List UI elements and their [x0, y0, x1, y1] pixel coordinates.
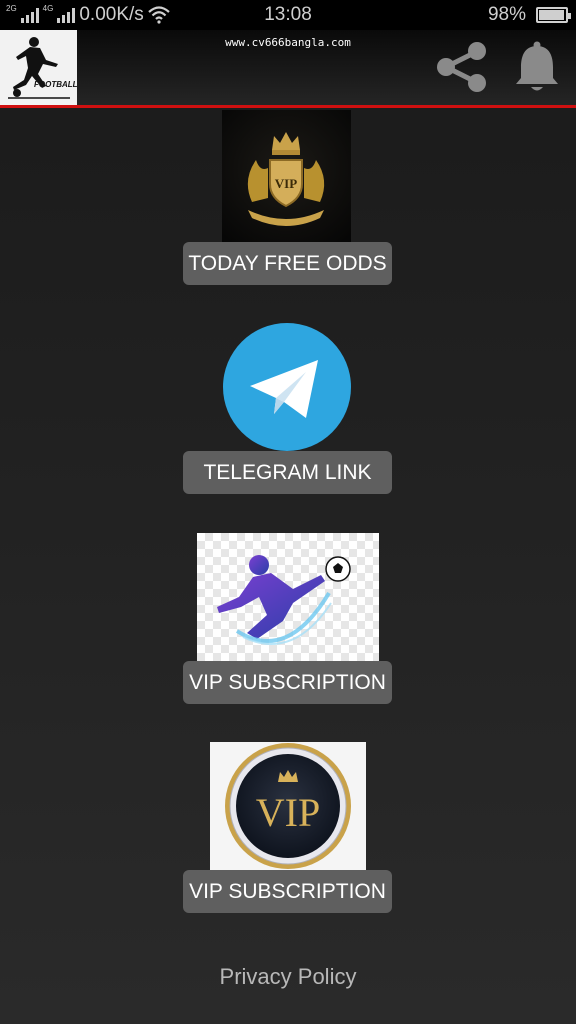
crown-crest-icon: VIP — [247, 132, 325, 226]
telegram-link-button[interactable]: TELEGRAM LINK — [183, 451, 392, 494]
battery-percent: 98% — [487, 4, 526, 25]
telegram-icon[interactable] — [222, 322, 352, 452]
football-player-icon — [217, 555, 351, 645]
vip-badge-icon: VIP — [225, 743, 351, 869]
today-free-odds-button[interactable]: TODAY FREE ODDS — [183, 242, 392, 285]
vip-crest-image[interactable]: VIP — [222, 110, 351, 242]
privacy-policy-link[interactable]: Privacy Policy — [0, 964, 576, 990]
share-icon[interactable] — [432, 38, 490, 96]
bell-icon[interactable] — [512, 40, 562, 95]
vip-subscription-button[interactable]: VIP SUBSCRIPTION — [183, 661, 392, 704]
accent-divider — [0, 105, 576, 108]
vip-subscription-button-2[interactable]: VIP SUBSCRIPTION — [183, 870, 392, 913]
status-right: 98% — [487, 4, 571, 26]
badge-vip-text: VIP — [256, 790, 320, 835]
battery-icon — [536, 7, 571, 23]
football-player-image[interactable] — [197, 533, 379, 661]
logo-text: FOOTBALL — [34, 80, 77, 89]
crest-vip-text: VIP — [275, 176, 297, 191]
vip-badge-image[interactable]: VIP — [210, 742, 366, 870]
site-url-text: www.cv666bangla.com — [225, 36, 351, 49]
status-bar: 2G 4G 0.00K/s 13:08 98% — [0, 0, 576, 30]
